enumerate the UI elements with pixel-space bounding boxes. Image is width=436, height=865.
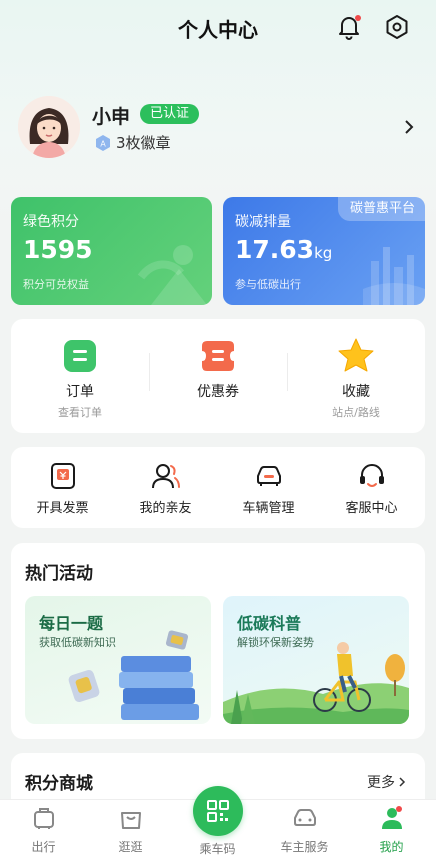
low-carbon-science-title: 低碳科普 bbox=[237, 614, 302, 633]
green-points-label: 绿色积分 bbox=[23, 214, 79, 230]
invoice-entry[interactable]: 开具发票 bbox=[11, 447, 114, 528]
services-panel: 开具发票 我的亲友 车辆管理 客服中心 bbox=[11, 447, 425, 528]
vehicle-entry[interactable]: 车辆管理 bbox=[217, 447, 320, 528]
books-illustration bbox=[68, 630, 199, 720]
points-mall-title: 积分商城 bbox=[25, 774, 93, 794]
coupon-icon bbox=[202, 341, 234, 371]
car-icon bbox=[257, 466, 281, 486]
green-points-card[interactable]: 绿色积分 1595 积分可兑权益 bbox=[11, 197, 212, 305]
medal-icon: A bbox=[96, 134, 110, 151]
favorites-entry[interactable]: 收藏 站点/路线 bbox=[287, 319, 425, 433]
tab-bar: 出行 逛逛 乘车码 车主服务 我的 bbox=[0, 786, 436, 865]
carbon-value: 17.63 bbox=[235, 235, 315, 264]
low-carbon-science-card[interactable]: 低碳科普 解锁环保新姿势 bbox=[223, 596, 409, 724]
green-points-value: 1595 bbox=[23, 235, 93, 264]
car-icon bbox=[294, 809, 316, 826]
more-label: 更多 bbox=[367, 775, 395, 791]
favorites-sub: 站点/路线 bbox=[332, 406, 380, 419]
orders-sub: 查看订单 bbox=[58, 406, 102, 419]
luggage-icon bbox=[34, 808, 54, 829]
tab-travel-label: 出行 bbox=[31, 840, 56, 854]
support-label: 客服中心 bbox=[345, 501, 398, 516]
support-entry[interactable]: 客服中心 bbox=[320, 447, 423, 528]
carbon-sub: 参与低碳出行 bbox=[235, 278, 301, 291]
profile-card[interactable]: 小申 已认证 A 3枚徽章 bbox=[0, 96, 436, 166]
page-title: 个人中心 bbox=[178, 18, 258, 42]
activities-panel: 热门活动 每日一题 获取低碳新知识 低碳科普 解锁环保新姿势 bbox=[11, 543, 425, 739]
cyclist-illustration bbox=[223, 642, 409, 724]
coupons-label: 优惠券 bbox=[197, 384, 239, 400]
tab-browse[interactable]: 逛逛 bbox=[87, 800, 174, 865]
more-link[interactable]: 更多 bbox=[367, 772, 409, 792]
tab-ride-code-label: 乘车码 bbox=[199, 842, 236, 856]
tab-travel[interactable]: 出行 bbox=[0, 800, 87, 865]
carbon-reduction-card[interactable]: 碳普惠平台 碳减排量 17.63kg 参与低碳出行 bbox=[223, 197, 425, 305]
tab-browse-label: 逛逛 bbox=[118, 840, 143, 854]
badge-count: 3枚徽章 bbox=[116, 134, 171, 152]
leaf-watermark-icon bbox=[137, 245, 207, 305]
star-icon bbox=[338, 338, 374, 372]
tab-mine[interactable]: 我的 bbox=[348, 800, 435, 865]
settings-gear-icon[interactable] bbox=[382, 12, 412, 42]
bell-icon[interactable] bbox=[334, 12, 364, 42]
verified-badge: 已认证 bbox=[140, 104, 200, 124]
orders-label: 订单 bbox=[66, 384, 94, 400]
daily-quiz-card[interactable]: 每日一题 获取低碳新知识 bbox=[25, 596, 211, 724]
tab-mine-label: 我的 bbox=[379, 840, 404, 854]
notification-dot bbox=[355, 15, 361, 21]
carbon-label: 碳减排量 bbox=[235, 214, 291, 230]
family-entry[interactable]: 我的亲友 bbox=[114, 447, 217, 528]
orders-entry[interactable]: 订单 查看订单 bbox=[11, 319, 149, 433]
chevron-right-icon[interactable] bbox=[402, 118, 416, 140]
chevron-right-icon bbox=[399, 777, 406, 787]
qr-code-button[interactable] bbox=[193, 786, 243, 836]
vehicle-label: 车辆管理 bbox=[242, 501, 295, 516]
favorites-label: 收藏 bbox=[342, 384, 370, 400]
headset-icon bbox=[360, 464, 384, 487]
family-icon bbox=[152, 464, 180, 489]
city-skyline-icon bbox=[363, 247, 425, 305]
avatar[interactable] bbox=[18, 96, 80, 158]
order-list-icon bbox=[64, 340, 96, 372]
platform-tag[interactable]: 碳普惠平台 bbox=[337, 197, 425, 221]
qr-code-icon bbox=[207, 800, 229, 822]
green-points-sub: 积分可兑权益 bbox=[23, 278, 89, 291]
coupons-entry[interactable]: 优惠券 bbox=[149, 319, 287, 433]
activities-title: 热门活动 bbox=[25, 564, 93, 584]
user-name: 小申 bbox=[92, 106, 131, 128]
header: 个人中心 bbox=[0, 0, 436, 56]
invoice-icon bbox=[51, 463, 75, 489]
tab-owner-service[interactable]: 车主服务 bbox=[261, 800, 348, 865]
family-label: 我的亲友 bbox=[139, 501, 192, 516]
invoice-label: 开具发票 bbox=[36, 501, 89, 516]
orders-panel: 订单 查看订单 优惠券 收藏 站点/路线 bbox=[11, 319, 425, 433]
badges-row[interactable]: A 3枚徽章 bbox=[94, 132, 171, 153]
user-icon bbox=[382, 806, 402, 829]
svg-text:A: A bbox=[100, 139, 106, 148]
carbon-value-row: 17.63kg bbox=[235, 235, 332, 264]
tab-owner-service-label: 车主服务 bbox=[280, 840, 329, 854]
shopping-bag-icon bbox=[121, 812, 141, 829]
carbon-unit: kg bbox=[314, 244, 333, 262]
